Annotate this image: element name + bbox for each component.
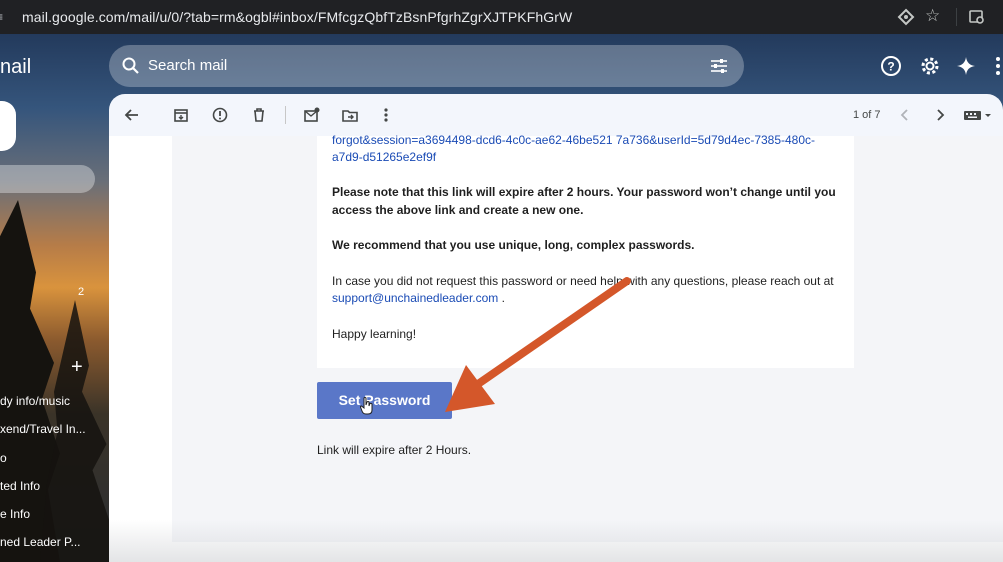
hand-pointer-cursor-icon [360, 397, 373, 415]
search-options-icon[interactable] [709, 56, 729, 76]
reset-link-line[interactable]: a7d9-d51265e2ef9f [332, 148, 436, 166]
search-placeholder[interactable]: Search mail [148, 57, 227, 74]
toolbar-divider [285, 106, 286, 124]
sidebar-label-item[interactable]: xend/Travel In... [0, 422, 86, 436]
gmail-logo-text[interactable]: nail [0, 56, 31, 79]
help-text: In case you did not request this passwor… [332, 274, 834, 288]
svg-text:?: ? [887, 60, 894, 74]
password-recommendation-text: We recommend that you use unique, long, … [332, 238, 695, 252]
reset-link-line[interactable]: forgot&session=a3694498-dcd6-4c0c-ae62-4… [332, 131, 815, 149]
back-arrow-icon[interactable] [123, 106, 141, 124]
apps-grid-icon[interactable] [994, 55, 1003, 77]
settings-gear-icon[interactable] [919, 55, 941, 77]
support-line: support@unchainedleader.com . [332, 289, 505, 307]
sidebar-unread-count: 2 [78, 286, 85, 298]
expiry-notice-text: access the above link and create a new o… [332, 203, 584, 217]
newer-chevron-left-icon[interactable] [896, 106, 914, 124]
gemini-sparkle-icon[interactable] [955, 55, 977, 77]
set-password-button[interactable]: Set Password [317, 382, 452, 419]
more-options-icon[interactable] [377, 106, 395, 124]
older-chevron-right-icon[interactable] [931, 106, 949, 124]
move-to-folder-icon[interactable] [341, 106, 359, 124]
site-settings-icon[interactable]: ≡ [0, 10, 8, 24]
support-email-link[interactable]: support@unchainedleader.com [332, 291, 498, 305]
bookmark-star-icon[interactable]: ☆ [925, 6, 943, 26]
sidebar-label-item[interactable]: dy info/music [0, 394, 70, 408]
search-icon[interactable] [121, 56, 141, 76]
archive-icon[interactable] [172, 106, 190, 124]
support-suffix: . [498, 291, 505, 305]
mark-unread-icon[interactable] [303, 106, 321, 124]
signoff-text: Happy learning! [332, 327, 417, 341]
help-icon[interactable]: ? [880, 55, 902, 77]
sidebar-label-item[interactable]: ned Leader P... [0, 535, 81, 549]
search-bar[interactable]: Search mail [109, 45, 744, 87]
input-tools-keyboard-icon[interactable] [963, 106, 993, 124]
delete-trash-icon[interactable] [250, 106, 268, 124]
expiry-notice-text: Please note that this link will expire a… [332, 185, 836, 199]
pagination-count: 1 of 7 [853, 109, 881, 121]
sidebar-label-item[interactable]: ted Info [0, 479, 40, 493]
toolbar-divider [956, 8, 957, 26]
url-text[interactable]: mail.google.com/mail/u/0/?tab=rm&ogbl#in… [22, 9, 572, 25]
bottom-shadow [109, 520, 1003, 562]
link-expiry-note: Link will expire after 2 Hours. [317, 443, 472, 457]
google-lens-icon[interactable] [968, 8, 986, 26]
sidebar-item-inbox-selected[interactable] [0, 165, 95, 193]
browser-address-bar: ≡ mail.google.com/mail/u/0/?tab=rm&ogbl#… [0, 0, 1003, 34]
sidebar-label-item[interactable]: e Info [0, 507, 30, 521]
sidebar-label-item[interactable]: o [0, 451, 7, 465]
extension-icon[interactable] [897, 8, 915, 26]
add-label-icon[interactable]: + [71, 357, 83, 377]
report-spam-icon[interactable] [211, 106, 229, 124]
compose-button[interactable] [0, 101, 16, 151]
